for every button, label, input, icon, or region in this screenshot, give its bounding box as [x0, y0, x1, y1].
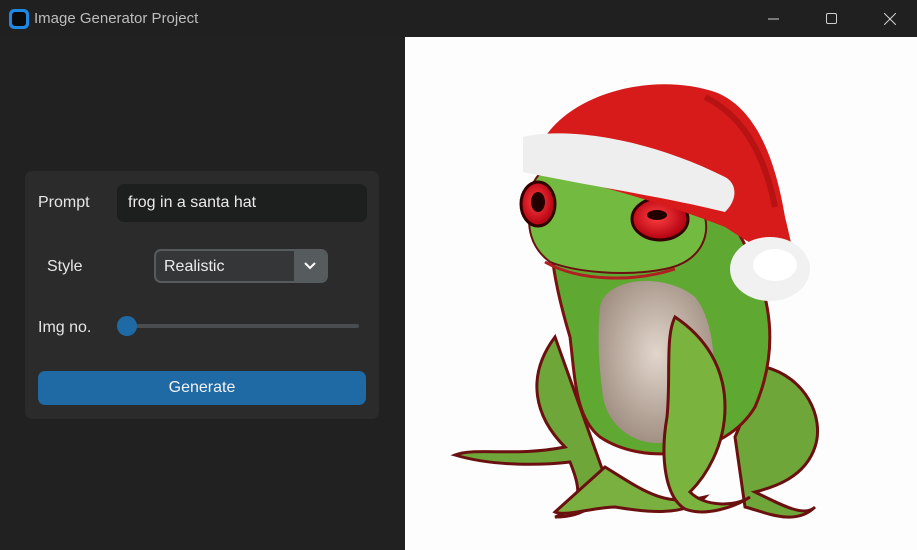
dropdown-arrow-button[interactable]	[294, 251, 326, 281]
maximize-icon	[826, 12, 837, 24]
prompt-label: Prompt	[38, 194, 90, 211]
window-title: Image Generator Project	[34, 10, 199, 27]
img-no-slider-thumb[interactable]	[117, 316, 137, 336]
close-button[interactable]	[867, 0, 913, 37]
generate-button[interactable]: Generate	[38, 371, 366, 405]
minimize-button[interactable]	[751, 0, 797, 37]
maximize-button[interactable]	[809, 0, 855, 37]
style-selected-value: Realistic	[164, 258, 225, 275]
img-no-slider-track[interactable]	[127, 324, 359, 328]
generated-image	[405, 37, 917, 550]
style-label: Style	[47, 258, 83, 275]
prompt-input[interactable]	[117, 184, 367, 222]
minimize-icon	[768, 18, 779, 19]
img-no-label: Img no.	[38, 319, 92, 336]
chevron-down-icon	[304, 262, 316, 270]
style-dropdown[interactable]: Realistic	[154, 249, 328, 283]
frog-santa-hat-image	[450, 84, 820, 519]
title-bar: Image Generator Project	[0, 0, 917, 37]
app-icon	[9, 9, 29, 29]
close-icon	[884, 12, 896, 25]
